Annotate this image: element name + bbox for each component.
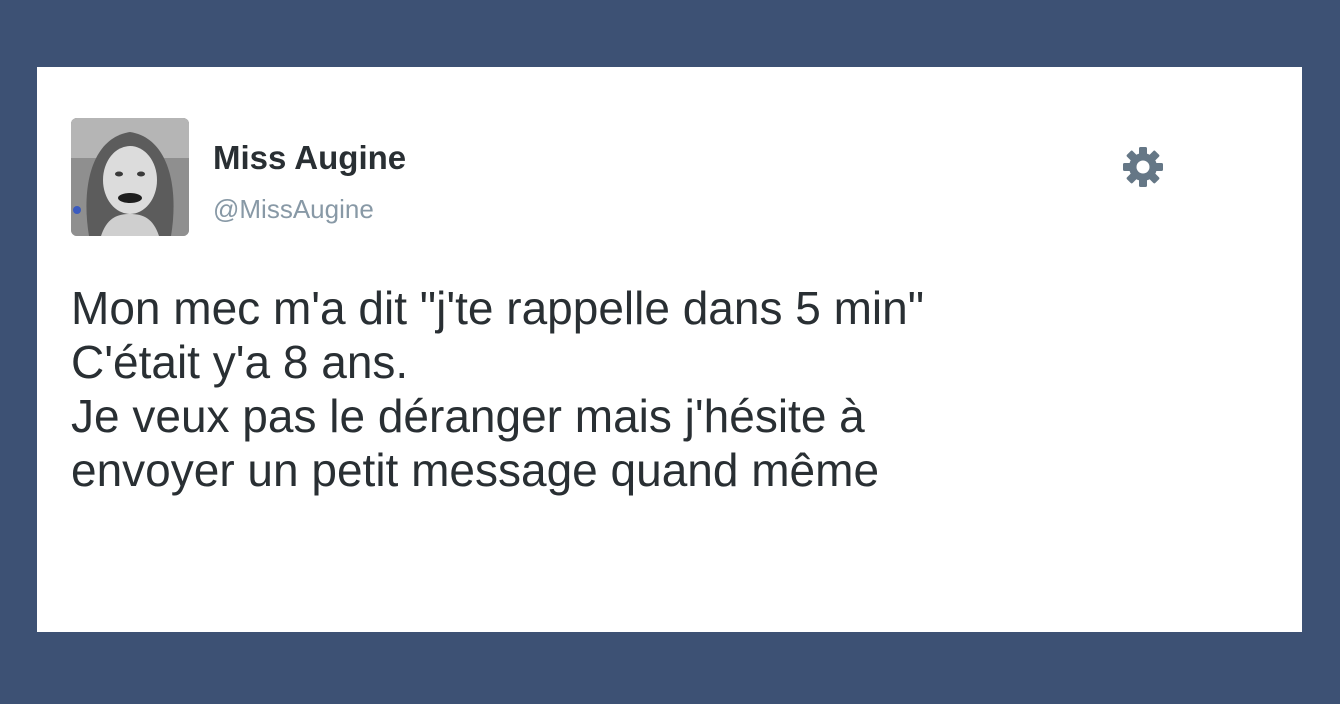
tweet-text-line: C'était y'a 8 ans. [71,336,409,388]
tweet-text-line: Je veux pas le déranger mais j'hésite à [71,390,865,442]
avatar[interactable] [71,118,189,236]
tweet-text-line: Mon mec m'a dit "j'te rappelle dans 5 mi… [71,282,925,334]
tweet-text: Mon mec m'a dit "j'te rappelle dans 5 mi… [71,281,1281,497]
gear-icon[interactable] [1119,143,1167,191]
tweet-text-line: envoyer un petit message quand même [71,444,880,496]
avatar-image [71,118,189,236]
tweet-card: Miss Augine @MissAugine Mon mec m'a dit … [37,67,1302,632]
user-handle[interactable]: @MissAugine [213,194,374,225]
display-name[interactable]: Miss Augine [213,139,406,177]
